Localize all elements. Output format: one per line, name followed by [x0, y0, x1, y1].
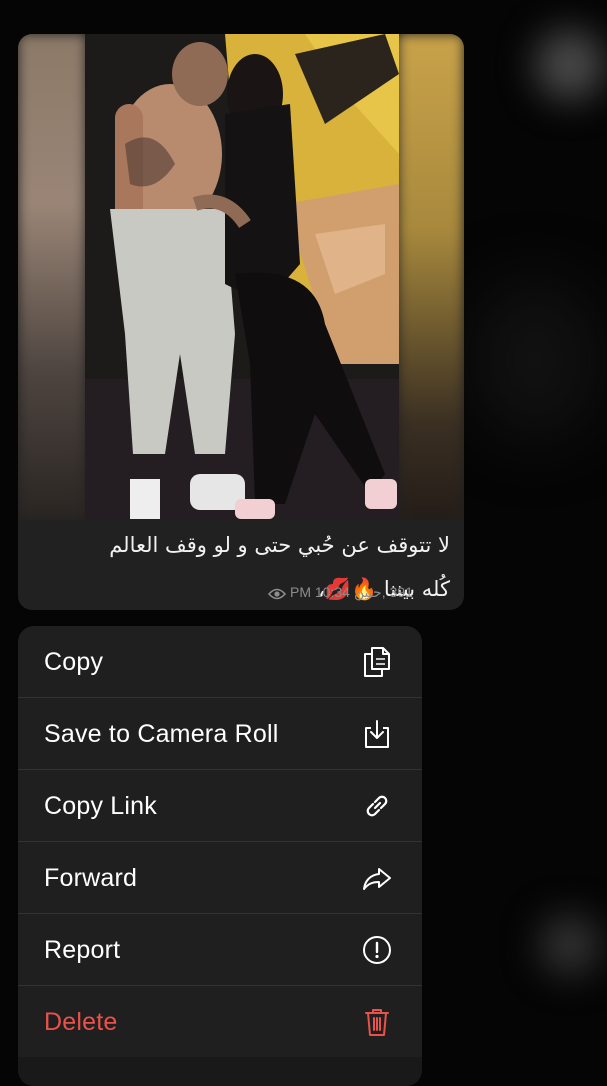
eye-icon [267, 586, 287, 600]
message-meta: PM 10:34 حنين, 391 [267, 583, 413, 601]
menu-item-label: Forward [44, 863, 138, 892]
menu-item-label: Copy Link [44, 791, 157, 820]
link-icon [360, 789, 394, 823]
photo-blur-edge [398, 34, 464, 520]
menu-more-area [18, 1057, 422, 1086]
backdrop-blur [470, 280, 600, 440]
copy-link-menu-item[interactable]: Copy Link [18, 770, 422, 842]
photo-image [85, 34, 399, 520]
menu-item-label: Delete [44, 1007, 118, 1036]
save-to-camera-roll-menu-item[interactable]: Save to Camera Roll [18, 698, 422, 770]
forward-icon [360, 861, 394, 895]
context-menu: Copy Save to Camera Roll Copy Link Forwa… [18, 626, 422, 1086]
copy-menu-item[interactable]: Copy [18, 626, 422, 698]
backdrop-blur [540, 915, 600, 975]
report-menu-item[interactable]: Report [18, 914, 422, 986]
photo-blur-edge [18, 34, 86, 520]
message-time: PM 10:34 [290, 584, 350, 600]
message-photo[interactable] [18, 34, 464, 520]
backdrop-blur [535, 30, 605, 100]
trash-icon [360, 1005, 394, 1039]
menu-item-label: Copy [44, 647, 104, 676]
delete-menu-item[interactable]: Delete [18, 986, 422, 1058]
report-icon [360, 933, 394, 967]
view-count: 391 [389, 584, 413, 600]
forward-menu-item[interactable]: Forward [18, 842, 422, 914]
menu-item-label: Report [44, 935, 121, 964]
message-author: حنين, [353, 584, 386, 600]
message-bubble[interactable]: لا تتوقف عن حُبي حتى و لو وقف العالم كُل… [18, 34, 464, 610]
menu-item-label: Save to Camera Roll [44, 719, 279, 748]
copy-icon [360, 645, 394, 679]
message-caption-line1: لا تتوقف عن حُبي حتى و لو وقف العالم [109, 533, 450, 557]
download-icon [360, 717, 394, 751]
